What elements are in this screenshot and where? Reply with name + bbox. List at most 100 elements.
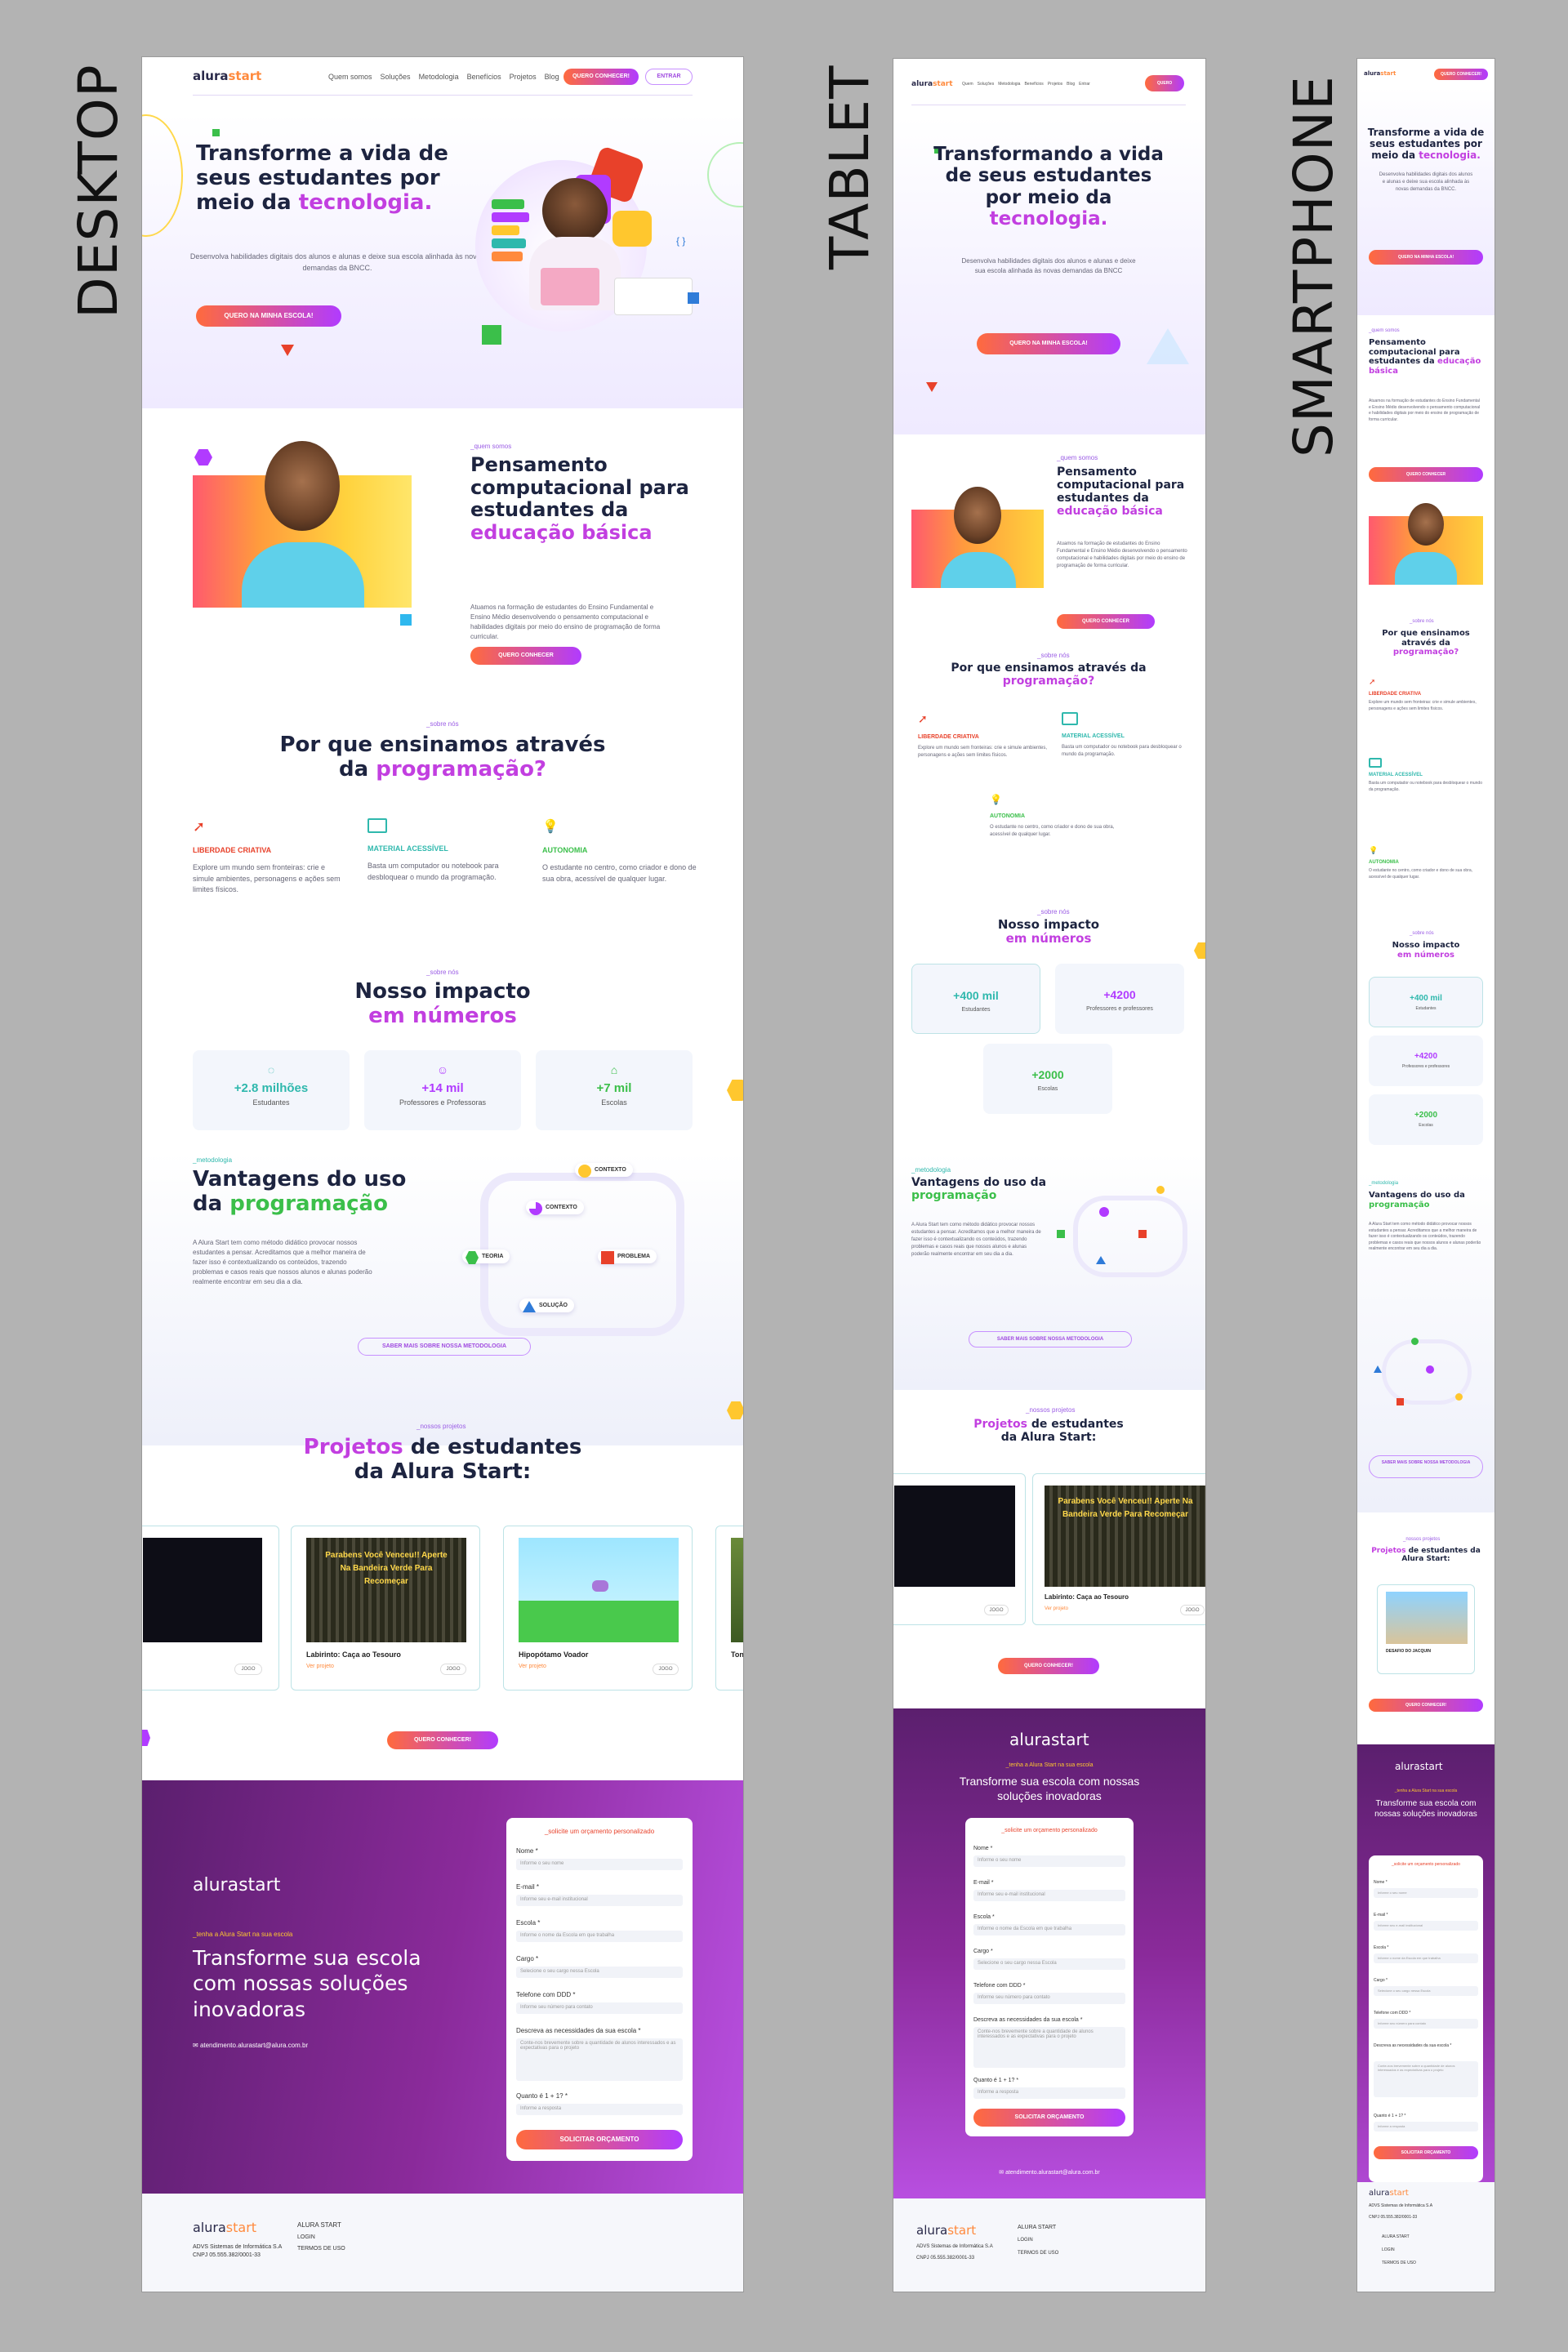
project-card[interactable]: JOGO: [142, 1526, 279, 1690]
nav-item[interactable]: Quem somos: [328, 73, 372, 81]
method-title: Vantagens do uso da programação: [193, 1167, 407, 1216]
header-cta-button[interactable]: QUERO CONHECER: [1145, 75, 1184, 102]
project-link[interactable]: Ver projeto: [519, 1664, 546, 1669]
captcha-input[interactable]: Informe a resposta: [1374, 2122, 1478, 2132]
about-text: Atuamos na formação de estudantes do Ens…: [470, 604, 661, 640]
stat-value: +7 mil: [596, 1081, 632, 1095]
contact-email[interactable]: ✉ atendimento.alurastart@alura.com.br: [193, 2042, 308, 2049]
projects-cta-button[interactable]: QUERO CONHECER!: [1369, 1699, 1483, 1712]
header-logo[interactable]: alurastart: [193, 69, 261, 83]
nav-item[interactable]: Blog: [1067, 82, 1075, 87]
hero-cta-button[interactable]: QUERO NA MINHA ESCOLA!: [977, 333, 1120, 354]
footer-login-link[interactable]: LOGIN: [1382, 2247, 1395, 2252]
login-button[interactable]: ENTRAR: [645, 69, 693, 85]
teacher-icon: ☺: [436, 1063, 449, 1076]
nav-item[interactable]: Projetos: [510, 73, 537, 81]
footer-cnpj: CNPJ 05.555.382/0001-33: [1369, 2215, 1418, 2220]
captcha-input[interactable]: Informe a resposta: [973, 2087, 1125, 2099]
form-title: _solicite um orçamento personalizado: [1001, 1828, 1098, 1833]
nav-item[interactable]: Blog: [545, 73, 559, 81]
role-select[interactable]: Selecione o seu cargo nessa Escola: [516, 1967, 683, 1978]
hero-cta-button[interactable]: QUERO NA MINHA ESCOLA!: [196, 305, 341, 327]
impact-title: Nosso impacto em números: [997, 917, 1100, 947]
nav-item[interactable]: Entrar: [1079, 82, 1090, 87]
feature-material: MATERIAL ACESSÍVEL Basta um computador o…: [1369, 758, 1483, 793]
about-cta-button[interactable]: QUERO CONHECER: [470, 647, 581, 665]
email-input[interactable]: Informe seu e-mail institucional: [1374, 1921, 1478, 1931]
stat-value: +4200: [1103, 988, 1136, 1001]
stat-value: +400 mil: [1410, 994, 1442, 1003]
method-cta-button[interactable]: SABER MAIS SOBRE NOSSA METODOLOGIA: [358, 1338, 531, 1356]
diagram-node-solucao: SOLUÇÃO: [519, 1298, 574, 1312]
project-card[interactable]: Ton: [715, 1526, 743, 1690]
hippo-sprite: [592, 1580, 608, 1592]
project-link[interactable]: Ver projeto: [1045, 1606, 1068, 1611]
header-logo[interactable]: alurastart: [1364, 70, 1396, 77]
project-card[interactable]: Parabens Você Venceu!! Aperte Na Bandeir…: [291, 1526, 480, 1690]
feature-text: Explore um mundo sem fronteiras: crie e …: [918, 746, 1048, 758]
needs-textarea[interactable]: Conte-nos brevemente sobre a quantidade …: [516, 2038, 683, 2081]
form-label: Telefone com DDD *: [1374, 2011, 1411, 2016]
stat-value: +2000: [1414, 1111, 1438, 1120]
footer-company: ADVS Sistemas de Informática S.A: [1369, 2203, 1433, 2208]
phone-input[interactable]: Informe seu número para contato: [1374, 2019, 1478, 2029]
email-input[interactable]: Informe seu e-mail institucional: [516, 1895, 683, 1906]
submit-button[interactable]: SOLICITAR ORÇAMENTO: [973, 2109, 1125, 2127]
stat-label: Estudantes: [1415, 1006, 1437, 1011]
submit-button[interactable]: SOLICITAR ORÇAMENTO: [516, 2130, 683, 2149]
hero-cta-button[interactable]: QUERO NA MINHA ESCOLA!: [1369, 250, 1483, 265]
nav-item[interactable]: Benefícios: [467, 73, 501, 81]
projects-cta-button[interactable]: QUERO CONHECER!: [387, 1731, 498, 1749]
email-input[interactable]: Informe seu e-mail institucional: [973, 1890, 1125, 1901]
submit-button[interactable]: SOLICITAR ORÇAMENTO: [1374, 2146, 1478, 2159]
school-input[interactable]: Informe o nome da Escola em que trabalha: [1374, 1953, 1478, 1963]
contact-email[interactable]: ✉ atendimento.alurastart@alura.com.br: [893, 2169, 1205, 2176]
footer-terms-link[interactable]: TERMOS DE USO: [1382, 2261, 1416, 2265]
school-input[interactable]: Informe o nome da Escola em que trabalha: [973, 1924, 1125, 1936]
footer-terms-link[interactable]: TERMOS DE USO: [297, 2246, 345, 2252]
needs-textarea[interactable]: Conte-nos brevemente sobre a quantidade …: [1374, 2061, 1478, 2097]
project-card[interactable]: DESAFIO DO JACQUIN: [1377, 1584, 1475, 1674]
project-card[interactable]: Parabens Você Venceu!! Aperte Na Bandeir…: [1032, 1473, 1205, 1625]
form-label: Telefone com DDD *: [973, 1983, 1026, 1989]
nav-item[interactable]: Soluções: [978, 82, 995, 87]
name-input[interactable]: Informe o seu nome: [1374, 1888, 1478, 1898]
header-cta-button[interactable]: QUERO CONHECER!: [1434, 69, 1488, 80]
nav-item[interactable]: Quem: [962, 82, 973, 87]
impact-decor-hexagon: [1194, 942, 1205, 959]
about-cta-button[interactable]: QUERO CONHECER: [1369, 467, 1483, 482]
header-cta-button[interactable]: QUERO CONHECER!: [564, 69, 639, 85]
feature-text: Explore um mundo sem fronteiras: crie e …: [1369, 700, 1477, 711]
school-input[interactable]: Informe o nome da Escola em que trabalha: [516, 1931, 683, 1942]
footer-terms-link[interactable]: TERMOS DE USO: [1018, 2251, 1058, 2256]
nav-item[interactable]: Metodologia: [419, 73, 459, 81]
project-card[interactable]: JOGO: [893, 1473, 1026, 1625]
footer-login-link[interactable]: LOGIN: [1018, 2238, 1033, 2243]
about-cta-button[interactable]: QUERO CONHECER: [1057, 614, 1155, 629]
nav-item[interactable]: Projetos: [1048, 82, 1062, 87]
name-input[interactable]: Informe o seu nome: [973, 1855, 1125, 1867]
role-select[interactable]: Selecione o seu cargo nessa Escola: [973, 1958, 1125, 1970]
why-tag: _sobre nós: [1410, 619, 1434, 624]
name-input[interactable]: Informe o seu nome: [516, 1859, 683, 1870]
header-logo[interactable]: alurastart: [911, 80, 953, 88]
needs-textarea[interactable]: Conte-nos brevemente sobre a quantidade …: [973, 2027, 1125, 2068]
phone-input[interactable]: Informe seu número para contato: [973, 1993, 1125, 2004]
method-cta-button[interactable]: SABER MAIS SOBRE NOSSA METODOLOGIA: [969, 1331, 1132, 1348]
feature-text: Basta um computador ou notebook para des…: [368, 862, 499, 881]
projects-cta-button[interactable]: QUERO CONHECER!: [998, 1658, 1099, 1674]
feature-autonomia: 💡 AUTONOMIA O estudante no centro, como …: [1369, 846, 1483, 880]
role-select[interactable]: Selecione o seu cargo nessa Escola: [1374, 1986, 1478, 1996]
nav-item[interactable]: Metodologia: [998, 82, 1020, 87]
footer-login-link[interactable]: LOGIN: [297, 2234, 315, 2240]
about-text: Atuamos na formação de estudantes do Ens…: [1057, 541, 1187, 568]
phone-input[interactable]: Informe seu número para contato: [516, 2002, 683, 2014]
form-title: _solicite um orçamento personalizado: [544, 1828, 655, 1835]
method-cta-button[interactable]: SABER MAIS SOBRE NOSSA METODOLOGIA: [1369, 1455, 1483, 1478]
captcha-input[interactable]: Informe a resposta: [516, 2104, 683, 2115]
project-card[interactable]: Hipopótamo Voador Ver projeto JOGO: [503, 1526, 693, 1690]
nav-item[interactable]: Soluções: [381, 73, 411, 81]
project-link[interactable]: Ver projeto: [306, 1664, 334, 1669]
nav-item[interactable]: Benefícios: [1024, 82, 1043, 87]
hero-title: Transforme a vida de seus estudantes por…: [196, 141, 448, 215]
